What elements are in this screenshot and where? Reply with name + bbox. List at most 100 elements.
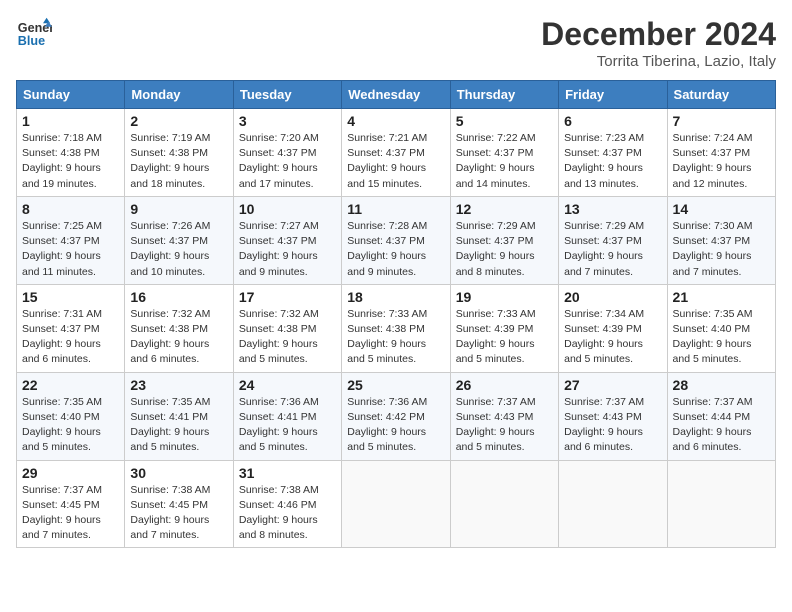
calendar-cell: 18 Sunrise: 7:33 AM Sunset: 4:38 PM Dayli… [342, 284, 450, 372]
calendar-cell: 6 Sunrise: 7:23 AM Sunset: 4:37 PM Daylig… [559, 109, 667, 197]
calendar-cell: 9Sunrise: 7:26 AM Sunset: 4:37 PM Daylig… [125, 196, 233, 284]
calendar-cell: 8 Sunrise: 7:25 AM Sunset: 4:37 PM Daylig… [17, 196, 125, 284]
calendar-cell: 21 Sunrise: 7:35 AM Sunset: 4:40 PM Dayli… [667, 284, 775, 372]
calendar-cell: 31 Sunrise: 7:38 AM Sunset: 4:46 PM Dayli… [233, 460, 341, 548]
month-title: December 2024 [541, 16, 776, 53]
day-number: 18 [347, 289, 444, 305]
day-number: 13 [564, 201, 661, 217]
day-info: Sunrise: 7:35 AM Sunset: 4:40 PM Dayligh… [673, 307, 770, 368]
day-number: 21 [673, 289, 770, 305]
svg-text:Blue: Blue [18, 34, 45, 48]
day-info: Sunrise: 7:38 AM Sunset: 4:46 PM Dayligh… [239, 483, 336, 544]
day-number: 24 [239, 377, 336, 393]
calendar-cell: 27 Sunrise: 7:37 AM Sunset: 4:43 PM Dayli… [559, 372, 667, 460]
calendar-cell: 5Sunrise: 7:22 AM Sunset: 4:37 PM Daylig… [450, 109, 558, 197]
day-info: Sunrise: 7:31 AM Sunset: 4:37 PM Dayligh… [22, 307, 119, 368]
calendar-cell: 14 Sunrise: 7:30 AM Sunset: 4:37 PM Dayli… [667, 196, 775, 284]
day-number: 12 [456, 201, 553, 217]
day-info: Sunrise: 7:37 AM Sunset: 4:45 PM Dayligh… [22, 483, 119, 544]
day-info: Sunrise: 7:22 AM Sunset: 4:37 PM Dayligh… [456, 131, 553, 192]
weekday-header-sunday: Sunday [17, 81, 125, 109]
day-info: Sunrise: 7:19 AM Sunset: 4:38 PM Dayligh… [130, 131, 227, 192]
day-number: 2 [130, 113, 227, 129]
calendar-week-row: 15 Sunrise: 7:31 AM Sunset: 4:37 PM Dayli… [17, 284, 776, 372]
day-number: 26 [456, 377, 553, 393]
calendar-cell: 7 Sunrise: 7:24 AM Sunset: 4:37 PM Daylig… [667, 109, 775, 197]
day-number: 16 [130, 289, 227, 305]
calendar-cell: 1 Sunrise: 7:18 AM Sunset: 4:38 PM Daylig… [17, 109, 125, 197]
day-info: Sunrise: 7:32 AM Sunset: 4:38 PM Dayligh… [130, 307, 227, 368]
calendar-cell: 17Sunrise: 7:32 AM Sunset: 4:38 PM Dayli… [233, 284, 341, 372]
day-info: Sunrise: 7:20 AM Sunset: 4:37 PM Dayligh… [239, 131, 336, 192]
day-info: Sunrise: 7:32 AM Sunset: 4:38 PM Dayligh… [239, 307, 336, 368]
calendar-cell: 10 Sunrise: 7:27 AM Sunset: 4:37 PM Dayli… [233, 196, 341, 284]
calendar-cell: 25 Sunrise: 7:36 AM Sunset: 4:42 PM Dayli… [342, 372, 450, 460]
day-info: Sunrise: 7:36 AM Sunset: 4:41 PM Dayligh… [239, 395, 336, 456]
calendar-cell: 4 Sunrise: 7:21 AM Sunset: 4:37 PM Daylig… [342, 109, 450, 197]
day-number: 3 [239, 113, 336, 129]
weekday-header-thursday: Thursday [450, 81, 558, 109]
weekday-header-tuesday: Tuesday [233, 81, 341, 109]
day-number: 15 [22, 289, 119, 305]
calendar-week-row: 29 Sunrise: 7:37 AM Sunset: 4:45 PM Dayli… [17, 460, 776, 548]
day-info: Sunrise: 7:35 AM Sunset: 4:40 PM Dayligh… [22, 395, 119, 456]
calendar-cell: 3 Sunrise: 7:20 AM Sunset: 4:37 PM Daylig… [233, 109, 341, 197]
day-info: Sunrise: 7:27 AM Sunset: 4:37 PM Dayligh… [239, 219, 336, 280]
day-info: Sunrise: 7:33 AM Sunset: 4:39 PM Dayligh… [456, 307, 553, 368]
day-number: 4 [347, 113, 444, 129]
day-number: 31 [239, 465, 336, 481]
day-number: 30 [130, 465, 227, 481]
location-subtitle: Torrita Tiberina, Lazio, Italy [541, 53, 776, 70]
day-number: 9 [130, 201, 227, 217]
day-number: 29 [22, 465, 119, 481]
calendar-cell: 19 Sunrise: 7:33 AM Sunset: 4:39 PM Dayli… [450, 284, 558, 372]
day-info: Sunrise: 7:36 AM Sunset: 4:42 PM Dayligh… [347, 395, 444, 456]
calendar-cell: 11Sunrise: 7:28 AM Sunset: 4:37 PM Dayli… [342, 196, 450, 284]
calendar-cell: 24 Sunrise: 7:36 AM Sunset: 4:41 PM Dayli… [233, 372, 341, 460]
day-number: 25 [347, 377, 444, 393]
day-number: 6 [564, 113, 661, 129]
calendar-table: SundayMondayTuesdayWednesdayThursdayFrid… [16, 80, 776, 548]
weekday-header-monday: Monday [125, 81, 233, 109]
calendar-cell: 13 Sunrise: 7:29 AM Sunset: 4:37 PM Dayli… [559, 196, 667, 284]
calendar-week-row: 22 Sunrise: 7:35 AM Sunset: 4:40 PM Dayli… [17, 372, 776, 460]
calendar-cell: 2 Sunrise: 7:19 AM Sunset: 4:38 PM Daylig… [125, 109, 233, 197]
day-info: Sunrise: 7:30 AM Sunset: 4:37 PM Dayligh… [673, 219, 770, 280]
day-info: Sunrise: 7:37 AM Sunset: 4:43 PM Dayligh… [456, 395, 553, 456]
day-info: Sunrise: 7:25 AM Sunset: 4:37 PM Dayligh… [22, 219, 119, 280]
calendar-cell: 29 Sunrise: 7:37 AM Sunset: 4:45 PM Dayli… [17, 460, 125, 548]
day-number: 22 [22, 377, 119, 393]
day-info: Sunrise: 7:21 AM Sunset: 4:37 PM Dayligh… [347, 131, 444, 192]
calendar-cell: 26 Sunrise: 7:37 AM Sunset: 4:43 PM Dayli… [450, 372, 558, 460]
day-info: Sunrise: 7:33 AM Sunset: 4:38 PM Dayligh… [347, 307, 444, 368]
day-info: Sunrise: 7:23 AM Sunset: 4:37 PM Dayligh… [564, 131, 661, 192]
calendar-cell [559, 460, 667, 548]
day-info: Sunrise: 7:37 AM Sunset: 4:43 PM Dayligh… [564, 395, 661, 456]
calendar-cell: 15 Sunrise: 7:31 AM Sunset: 4:37 PM Dayli… [17, 284, 125, 372]
day-number: 7 [673, 113, 770, 129]
day-number: 8 [22, 201, 119, 217]
page-header: General Blue December 2024 Torrita Tiber… [16, 16, 776, 70]
day-info: Sunrise: 7:38 AM Sunset: 4:45 PM Dayligh… [130, 483, 227, 544]
day-number: 10 [239, 201, 336, 217]
day-info: Sunrise: 7:24 AM Sunset: 4:37 PM Dayligh… [673, 131, 770, 192]
day-number: 14 [673, 201, 770, 217]
calendar-cell: 30 Sunrise: 7:38 AM Sunset: 4:45 PM Dayli… [125, 460, 233, 548]
calendar-cell: 12Sunrise: 7:29 AM Sunset: 4:37 PM Dayli… [450, 196, 558, 284]
day-info: Sunrise: 7:29 AM Sunset: 4:37 PM Dayligh… [564, 219, 661, 280]
day-number: 27 [564, 377, 661, 393]
day-info: Sunrise: 7:18 AM Sunset: 4:38 PM Dayligh… [22, 131, 119, 192]
calendar-cell: 16 Sunrise: 7:32 AM Sunset: 4:38 PM Dayli… [125, 284, 233, 372]
calendar-cell: 23Sunrise: 7:35 AM Sunset: 4:41 PM Dayli… [125, 372, 233, 460]
logo-icon: General Blue [16, 16, 52, 52]
calendar-week-row: 8 Sunrise: 7:25 AM Sunset: 4:37 PM Daylig… [17, 196, 776, 284]
day-number: 1 [22, 113, 119, 129]
day-number: 28 [673, 377, 770, 393]
day-info: Sunrise: 7:34 AM Sunset: 4:39 PM Dayligh… [564, 307, 661, 368]
day-info: Sunrise: 7:37 AM Sunset: 4:44 PM Dayligh… [673, 395, 770, 456]
day-number: 23 [130, 377, 227, 393]
calendar-cell [667, 460, 775, 548]
weekday-header-saturday: Saturday [667, 81, 775, 109]
day-number: 19 [456, 289, 553, 305]
calendar-week-row: 1 Sunrise: 7:18 AM Sunset: 4:38 PM Daylig… [17, 109, 776, 197]
